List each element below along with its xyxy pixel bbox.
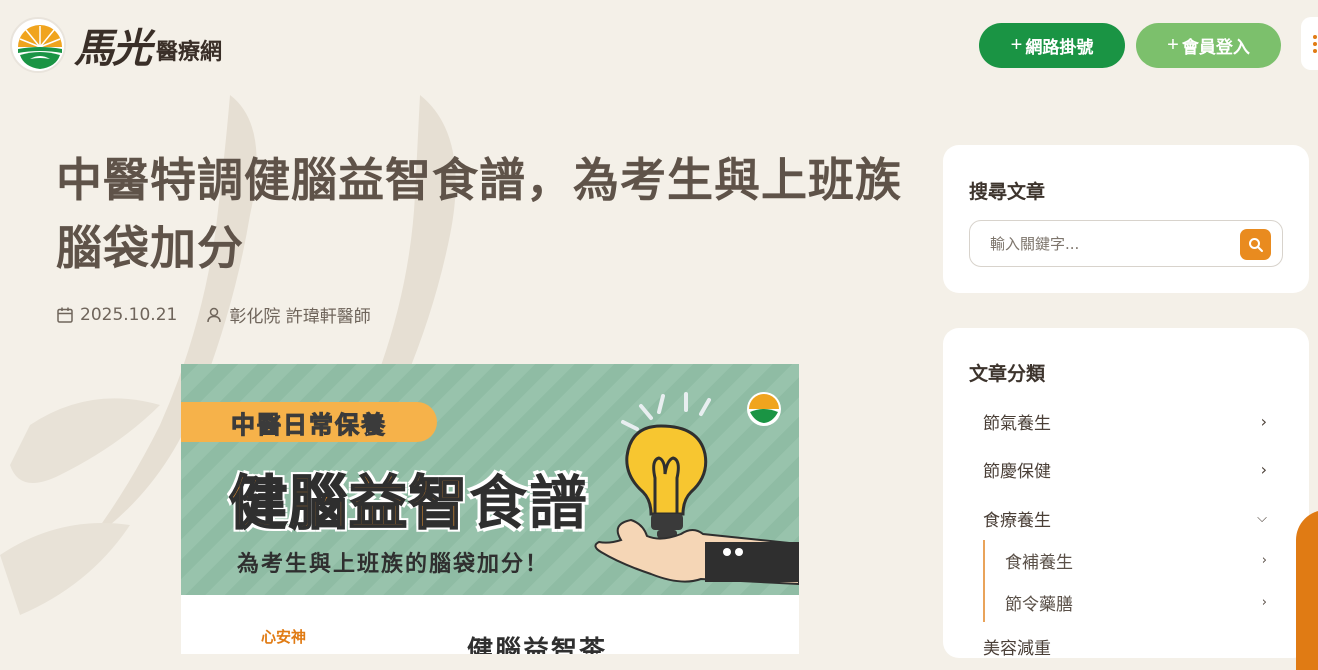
plus-icon: + [1167, 34, 1179, 56]
article-meta: 2025.10.21 彰化院 許瑋軒醫師 [56, 302, 371, 327]
article-title: 中醫特調健腦益智食譜，為考生與上班族腦袋加分 [56, 153, 902, 275]
category-item-expanded[interactable]: 食療養生 ⌵ [983, 503, 1283, 533]
plus-icon: + [1010, 34, 1023, 56]
search-input[interactable] [970, 221, 1230, 266]
search-button[interactable] [1240, 229, 1271, 260]
logo-emblem-icon [10, 17, 66, 73]
member-login-button[interactable]: + 會員登入 [1136, 23, 1281, 68]
hero-tag: 中醫日常保養 [181, 402, 437, 442]
category-label: 節慶保健 [983, 461, 1051, 482]
hero-subtitle: 為考生與上班族的腦袋加分！ [237, 552, 550, 577]
floating-side-tab[interactable] [1296, 510, 1318, 670]
subcategory-list: 食補養生 › 節令藥膳 › [983, 540, 1283, 622]
registration-label: 網路掛號 [1025, 38, 1094, 57]
category-item-partial[interactable]: 美容減重 [983, 634, 1051, 659]
subcategory-label: 節令藥膳 [1005, 594, 1073, 615]
search-box [969, 220, 1283, 267]
category-card-title: 文章分類 [969, 363, 1046, 385]
category-label: 食療養生 [983, 510, 1051, 531]
article-author: 彰化院 許瑋軒醫師 [229, 307, 371, 327]
category-card: 文章分類 節氣養生 › 節慶保健 › 食療養生 ⌵ 食補養生 › 節令藥膳 › … [943, 328, 1309, 659]
chevron-right-icon: › [1260, 459, 1267, 479]
search-icon [1248, 237, 1263, 252]
hero-main-dark: 食譜 [469, 469, 590, 537]
hero-main-orange: 健腦益智 [228, 468, 470, 538]
logo-script-text: 馬光 [74, 25, 152, 72]
author-group: 彰化院 許瑋軒醫師 [205, 302, 371, 327]
hero-section-heading: 健腦益智茶 [467, 636, 608, 654]
subcategory-item[interactable]: 食補養生 › [1005, 546, 1283, 574]
category-label: 節氣養生 [983, 413, 1051, 434]
online-registration-button[interactable]: + 網路掛號 [979, 23, 1125, 68]
chevron-right-icon: › [1260, 411, 1267, 431]
login-label: 會員登入 [1181, 38, 1250, 57]
logo-subtitle: 醫療網 [156, 39, 223, 65]
site-header: 馬光 醫療網 + 網路掛號 + 會員登入 [0, 0, 1318, 95]
category-item[interactable]: 節氣養生 › [983, 406, 1283, 436]
chevron-right-icon: › [1261, 594, 1267, 610]
search-card-title: 搜尋文章 [969, 181, 1046, 203]
lightbulb-hand-illustration [594, 392, 799, 586]
calendar-icon [57, 307, 73, 323]
article-hero-image: 中醫日常保養 健腦益智食譜 為考生與上班族的腦袋加分！ 心安神 健腦益智茶 [181, 364, 799, 654]
article-date: 2025.10.21 [80, 304, 178, 325]
site-logo[interactable]: 馬光 醫療網 [10, 16, 250, 74]
chevron-right-icon: › [1261, 552, 1267, 568]
subcategory-item[interactable]: 節令藥膳 › [1005, 588, 1283, 616]
chevron-down-icon: ⌵ [1257, 510, 1267, 526]
subcategory-label: 食補養生 [1005, 552, 1073, 573]
user-icon [207, 307, 222, 322]
hero-main-title: 健腦益智食譜 [228, 456, 590, 540]
category-item[interactable]: 節慶保健 › [983, 454, 1283, 484]
menu-button[interactable] [1301, 17, 1318, 70]
search-card: 搜尋文章 [943, 145, 1309, 293]
